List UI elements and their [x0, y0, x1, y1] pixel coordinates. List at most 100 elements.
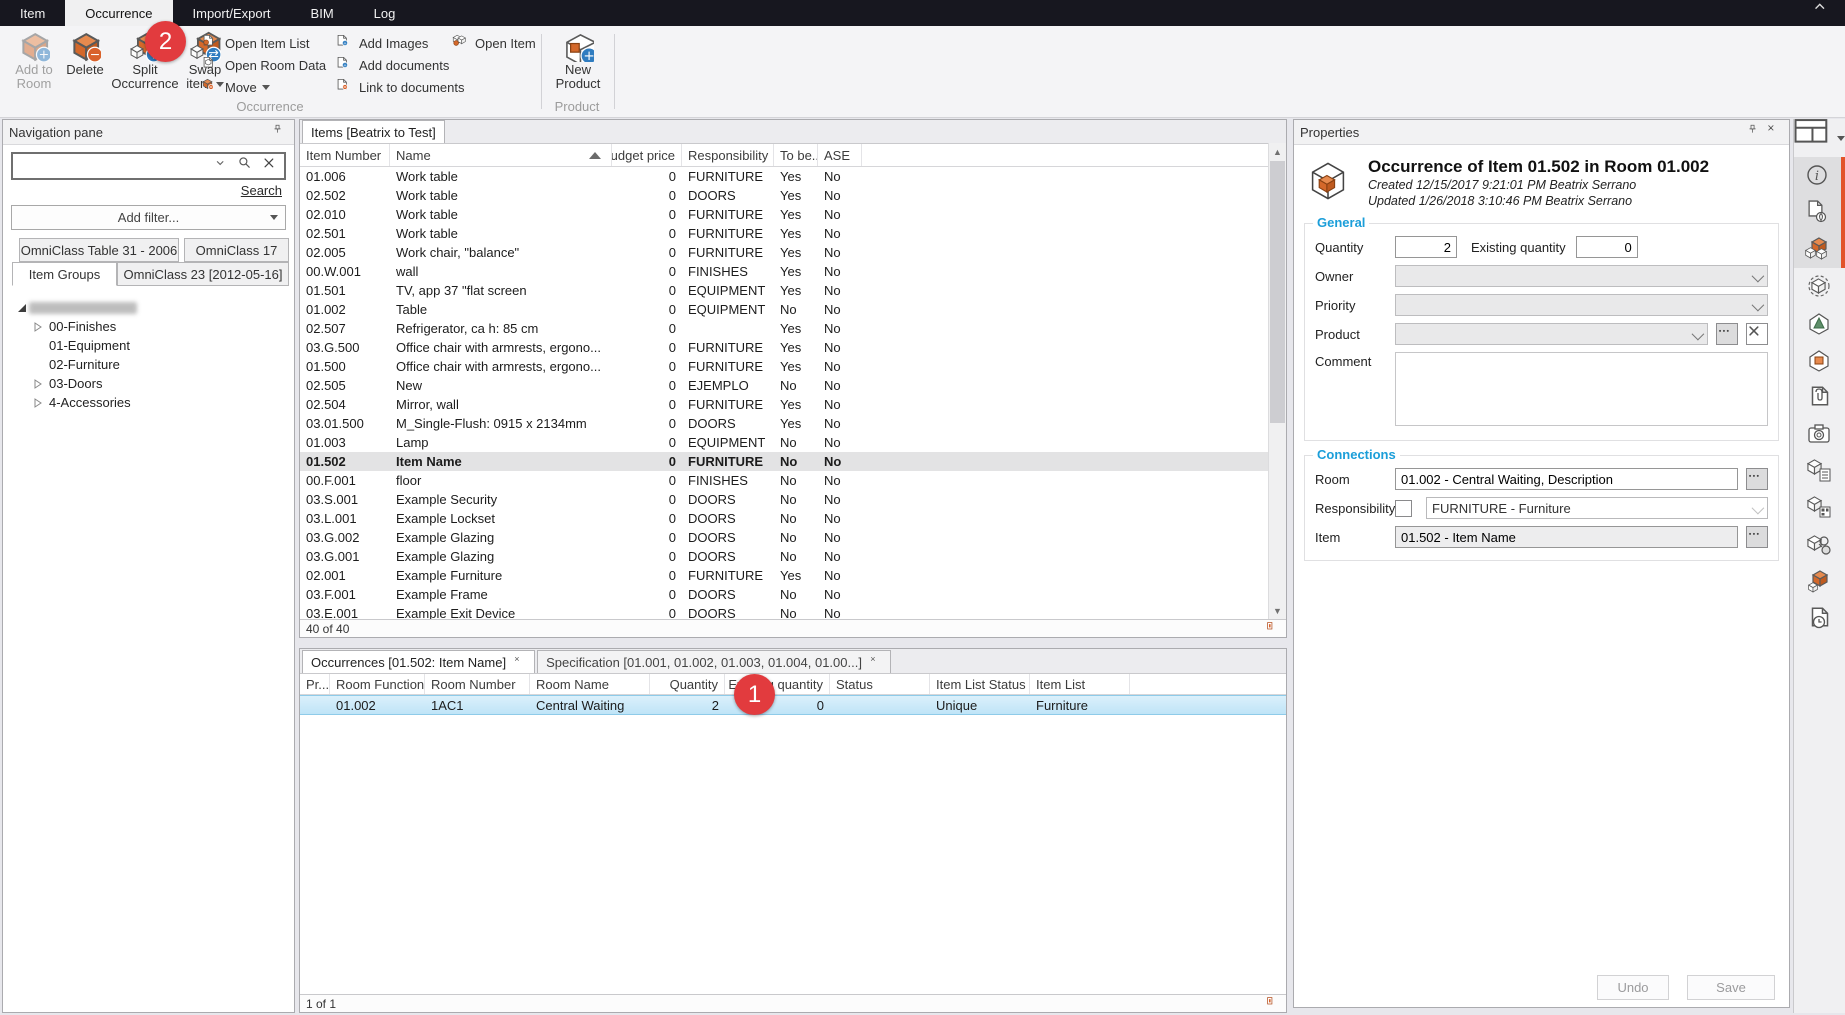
table-row-selected[interactable]: 01.502Item Name0FURNITURENoNo — [300, 452, 1286, 471]
table-row[interactable]: 03.F.001Example Frame0DOORSNoNo — [300, 585, 1286, 604]
table-row[interactable]: 03.L.001Example Lockset0DOORSNoNo — [300, 509, 1286, 528]
close-tab-icon[interactable] — [870, 656, 882, 668]
add-images-button[interactable]: + Add Images — [336, 32, 428, 54]
column-header-pr[interactable]: Pr... — [300, 674, 330, 694]
table-row[interactable]: 03.01.500M_Single-Flush: 0915 x 2134mm0D… — [300, 414, 1286, 433]
tree-item-01-equipment[interactable]: 01-Equipment — [9, 336, 294, 355]
comment-field[interactable] — [1395, 352, 1768, 426]
export-icon[interactable] — [1266, 622, 1280, 636]
export-icon[interactable] — [1266, 997, 1280, 1011]
toolbar-button-item-structure[interactable] — [1794, 453, 1845, 490]
tab-items-list[interactable]: Items [Beatrix to Test] — [302, 120, 445, 143]
clear-search-icon[interactable] — [260, 156, 284, 176]
table-row[interactable]: 02.505New0EJEMPLONoNo — [300, 376, 1286, 395]
toolbar-button-item-relations[interactable] — [1794, 527, 1845, 564]
room-field[interactable] — [1395, 468, 1738, 490]
toolbar-button-occurrences[interactable] — [1794, 231, 1841, 268]
table-row[interactable]: 02.504Mirror, wall0FURNITUREYesNo — [300, 395, 1286, 414]
column-header-name[interactable]: Name — [390, 144, 612, 166]
add-to-room-button[interactable]: + Add to Room — [8, 30, 60, 91]
room-browse-button[interactable] — [1746, 468, 1768, 490]
tab-occurrences[interactable]: Occurrences [01.502: Item Name] — [302, 650, 535, 673]
column-header-to-be[interactable]: To be... — [774, 144, 818, 166]
toolbar-button-attached-documents[interactable] — [1794, 379, 1845, 416]
column-header-quantity[interactable]: Quantity — [650, 674, 725, 694]
item-field[interactable] — [1395, 526, 1738, 548]
responsibility-dropdown[interactable]: FURNITURE - Furniture — [1426, 497, 1768, 519]
toolbar-button-product-3d[interactable] — [1794, 268, 1845, 305]
ribbon-tab-bim[interactable]: BIM — [291, 0, 354, 26]
pin-icon[interactable] — [1747, 124, 1763, 140]
delete-button[interactable]: − Delete — [62, 30, 108, 77]
product-browse-button[interactable] — [1716, 323, 1738, 345]
column-header-room-name[interactable]: Room Name — [530, 674, 650, 694]
table-row[interactable]: 02.010Work table0FURNITUREYesNo — [300, 205, 1286, 224]
owner-dropdown[interactable] — [1395, 265, 1768, 287]
tree-expand-arrow-icon[interactable] — [31, 396, 45, 410]
tab-omniclass-31[interactable]: OmniClass Table 31 - 2006 — [19, 238, 179, 262]
column-header-budget-price[interactable]: Budget price — [612, 144, 682, 166]
product-dropdown[interactable] — [1395, 323, 1708, 345]
add-filter-dropdown[interactable]: Add filter... — [11, 205, 286, 230]
close-panel-icon[interactable] — [1767, 124, 1783, 140]
table-row[interactable]: 00.F.001floor0FINISHESNoNo — [300, 471, 1286, 490]
tree-expand-arrow-icon[interactable] — [31, 377, 45, 391]
open-room-data-button[interactable]: Open Room Data — [202, 54, 326, 76]
table-row[interactable]: 03.G.001Example Glazing0DOORSNoNo — [300, 547, 1286, 566]
tree-expand-arrow-icon[interactable] — [15, 301, 29, 315]
ribbon-tab-log[interactable]: Log — [354, 0, 416, 26]
collapse-ribbon-button[interactable] — [1813, 6, 1835, 20]
toolbar-button-item-matrix[interactable] — [1794, 490, 1845, 527]
toolbar-button-sub-items[interactable] — [1794, 564, 1845, 601]
tab-specification[interactable]: Specification [01.001, 01.002, 01.003, 0… — [537, 650, 891, 673]
tab-omniclass-23[interactable]: OmniClass 23 [2012-05-16] — [117, 262, 289, 286]
column-header-item-list[interactable]: Item List — [1030, 674, 1130, 694]
move-button[interactable]: Move — [202, 76, 270, 98]
table-row[interactable]: 01.003Lamp0EQUIPMENTNoNo — [300, 433, 1286, 452]
open-item-button[interactable]: Open Item — [452, 32, 536, 54]
toolbar-button-info[interactable]: i — [1794, 157, 1841, 194]
column-header-room-number[interactable]: Room Number — [425, 674, 530, 694]
items-scrollbar[interactable]: ▲ ▼ — [1268, 143, 1286, 619]
table-row[interactable]: 00.W.001wall0FINISHESYesNo — [300, 262, 1286, 281]
priority-dropdown[interactable] — [1395, 294, 1768, 316]
add-documents-button[interactable]: + Add documents — [336, 54, 449, 76]
table-row[interactable]: 01.500Office chair with armrests, ergono… — [300, 357, 1286, 376]
tree-item-03-doors[interactable]: 03-Doors — [9, 374, 294, 393]
undo-button[interactable]: Undo — [1597, 975, 1669, 1000]
toolbar-button-log[interactable] — [1794, 601, 1845, 638]
pin-icon[interactable] — [272, 124, 288, 140]
scrollbar-thumb[interactable] — [1270, 161, 1285, 423]
tree-expand-arrow-icon[interactable] — [31, 320, 45, 334]
toolbar-button-photos[interactable] — [1794, 416, 1845, 453]
tab-item-groups[interactable]: Item Groups — [12, 262, 117, 286]
close-tab-icon[interactable] — [514, 656, 526, 668]
table-row[interactable]: 02.502Work table0DOORSYesNo — [300, 186, 1286, 205]
search-input[interactable] — [13, 156, 212, 176]
column-header-item-list-status[interactable]: Item List Status — [930, 674, 1030, 694]
new-product-button[interactable]: + New Product — [549, 30, 607, 91]
column-header-room-function[interactable]: Room Function #: — [330, 674, 425, 694]
quantity-field[interactable] — [1395, 236, 1457, 258]
table-row[interactable]: 02.507Refrigerator, ca h: 85 cm0YesNo — [300, 319, 1286, 338]
table-row[interactable]: 03.S.001Example Security0DOORSNoNo — [300, 490, 1286, 509]
toolbar-button-item-data-sheet[interactable] — [1794, 194, 1841, 231]
column-header-item-number[interactable]: Item Number — [300, 144, 390, 166]
table-row[interactable]: 01.501TV, app 37 "flat screen0EQUIPMENTY… — [300, 281, 1286, 300]
table-row[interactable]: 03.G.002Example Glazing0DOORSNoNo — [300, 528, 1286, 547]
table-row[interactable]: 03.G.500Office chair with armrests, ergo… — [300, 338, 1286, 357]
scroll-down-arrow[interactable]: ▼ — [1269, 602, 1286, 619]
link-to-documents-button[interactable]: Link to documents — [336, 76, 465, 98]
search-icon[interactable] — [236, 156, 260, 176]
chevron-down-icon[interactable] — [212, 156, 236, 176]
table-row[interactable]: 01.006Work table0FURNITUREYesNo — [300, 167, 1286, 186]
toolbar-button-classification[interactable] — [1794, 305, 1845, 342]
tree-item-00-finishes[interactable]: 00-Finishes — [9, 317, 294, 336]
tree-item-redacted[interactable] — [9, 298, 294, 317]
column-header-status[interactable]: Status — [830, 674, 930, 694]
table-row[interactable]: 01.002Table0EQUIPMENTNoNo — [300, 300, 1286, 319]
save-button[interactable]: Save — [1687, 975, 1775, 1000]
table-row[interactable]: 02.501Work table0FURNITUREYesNo — [300, 224, 1286, 243]
responsibility-checkbox[interactable] — [1395, 500, 1412, 517]
table-row[interactable]: 02.001Example Furniture0FURNITUREYesNo — [300, 566, 1286, 585]
